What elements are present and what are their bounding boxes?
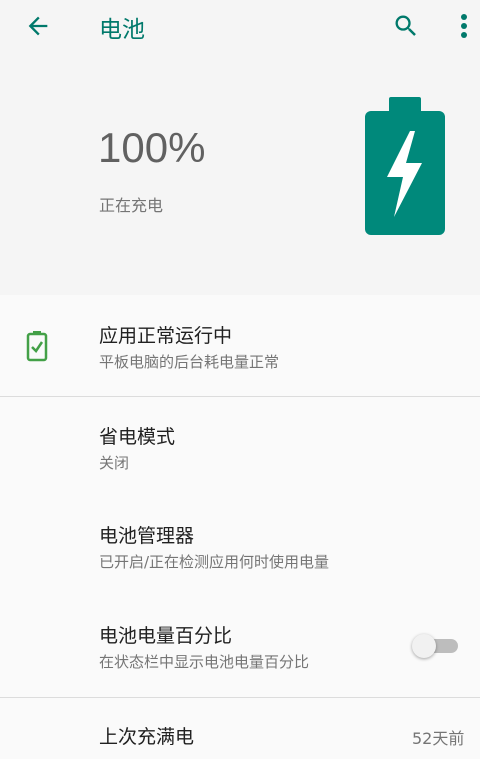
item-title: 上次充满电	[99, 726, 195, 748]
back-button[interactable]	[18, 8, 58, 44]
item-title: 应用正常运行中	[99, 325, 233, 347]
page-title: 电池	[99, 17, 145, 43]
battery-percentage-toggle[interactable]	[410, 630, 460, 660]
battery-header: 100% 正在充电	[0, 52, 480, 295]
toggle-thumb	[412, 634, 436, 658]
list-item-battery-percentage[interactable]: 电池电量百分比 在状态栏中显示电池电量百分比	[0, 597, 480, 697]
list-item-last-full-charge[interactable]: 上次充满电 52天前	[0, 698, 480, 759]
more-vert-icon	[461, 14, 467, 38]
battery-charging-icon	[365, 97, 445, 235]
more-options-button[interactable]	[452, 8, 476, 44]
item-subtitle: 已开启/正在检测应用何时使用电量	[99, 553, 330, 571]
list-item-power-saving[interactable]: 省电模式 关闭	[0, 397, 480, 497]
battery-check-icon	[26, 331, 48, 362]
settings-list: 应用正常运行中 平板电脑的后台耗电量正常 省电模式 关闭 电池管理器 已开启/正…	[0, 295, 480, 759]
item-subtitle: 在状态栏中显示电池电量百分比	[99, 653, 310, 671]
item-title: 电池管理器	[99, 525, 195, 547]
item-subtitle: 关闭	[99, 454, 130, 472]
search-icon	[395, 15, 416, 36]
item-title: 电池电量百分比	[99, 625, 233, 647]
list-item-app-status[interactable]: 应用正常运行中 平板电脑的后台耗电量正常	[0, 295, 480, 396]
app-bar: 电池	[0, 0, 480, 52]
battery-percent: 100%	[98, 124, 206, 171]
search-button[interactable]	[388, 8, 424, 44]
last-charge-time: 52天前	[412, 729, 465, 748]
charging-status: 正在充电	[99, 196, 164, 215]
list-item-battery-manager[interactable]: 电池管理器 已开启/正在检测应用何时使用电量	[0, 497, 480, 597]
item-subtitle: 平板电脑的后台耗电量正常	[99, 353, 280, 371]
item-title: 省电模式	[99, 426, 176, 448]
arrow-back-icon	[28, 16, 48, 36]
